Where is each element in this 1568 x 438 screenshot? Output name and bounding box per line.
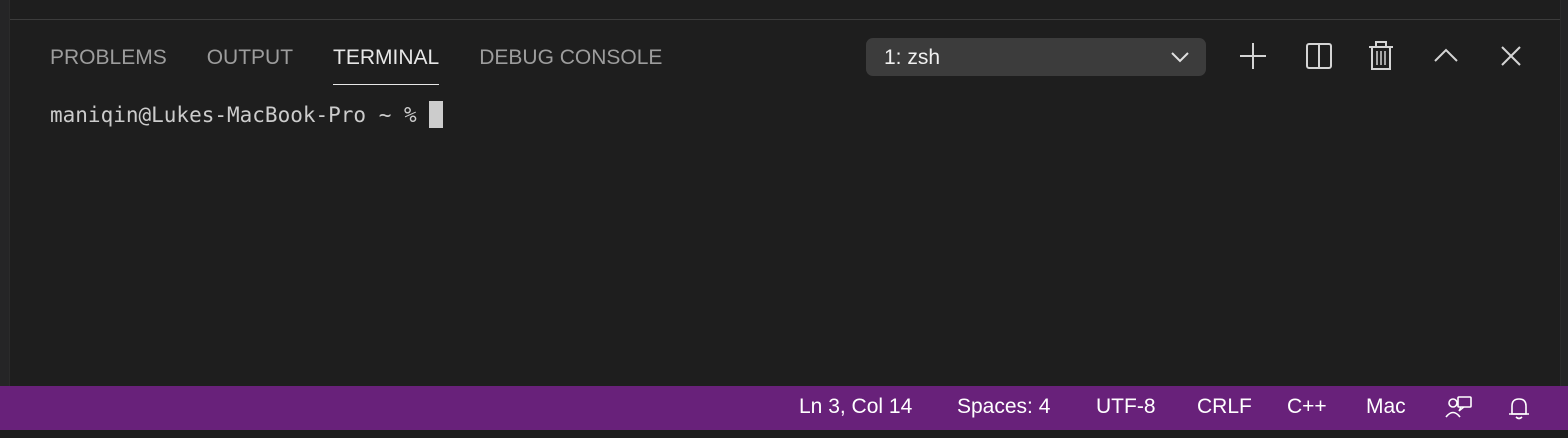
status-encoding[interactable]: UTF-8 xyxy=(1096,395,1156,419)
status-language[interactable]: C++ xyxy=(1287,395,1327,419)
terminal-prompt: maniqin@Lukes-MacBook-Pro ~ % xyxy=(50,102,417,127)
window-bottom-edge xyxy=(0,430,1568,438)
terminal-selector-value: 1: zsh xyxy=(884,46,941,69)
scrollbar-edge[interactable] xyxy=(1560,0,1568,386)
plus-icon[interactable] xyxy=(1236,39,1270,73)
status-cursor-position[interactable]: Ln 3, Col 14 xyxy=(799,395,912,419)
split-icon[interactable] xyxy=(1302,39,1336,73)
panel-tabs: PROBLEMS OUTPUT TERMINAL DEBUG CONSOLE xyxy=(50,45,702,85)
terminal-selector-dropdown[interactable]: 1: zsh xyxy=(866,38,1206,76)
editor-area-edge xyxy=(0,0,1568,20)
tab-debug-console[interactable]: DEBUG CONSOLE xyxy=(479,45,662,85)
status-bar: Ln 3, Col 14 Spaces: 4 UTF-8 CRLF C++ Ma… xyxy=(0,386,1568,430)
terminal-cursor xyxy=(428,101,443,128)
trash-icon[interactable] xyxy=(1364,39,1398,73)
tab-terminal[interactable]: TERMINAL xyxy=(333,45,440,85)
tab-output[interactable]: OUTPUT xyxy=(207,45,293,85)
chevron-up-icon[interactable] xyxy=(1429,39,1463,73)
status-line-ending[interactable]: CRLF xyxy=(1197,395,1252,419)
vscode-panel-window: PROBLEMS OUTPUT TERMINAL DEBUG CONSOLE 1… xyxy=(0,0,1568,438)
side-bar-edge xyxy=(0,0,10,386)
bell-icon[interactable] xyxy=(1504,393,1534,423)
close-icon[interactable] xyxy=(1494,39,1528,73)
tab-problems[interactable]: PROBLEMS xyxy=(50,45,167,85)
chevron-down-icon xyxy=(1171,52,1189,63)
terminal-output[interactable]: maniqin@Lukes-MacBook-Pro ~ % xyxy=(50,101,443,128)
status-indentation[interactable]: Spaces: 4 xyxy=(957,395,1050,419)
feedback-icon[interactable] xyxy=(1444,393,1474,423)
status-platform[interactable]: Mac xyxy=(1366,395,1406,419)
terminal-panel: PROBLEMS OUTPUT TERMINAL DEBUG CONSOLE 1… xyxy=(11,21,1560,386)
